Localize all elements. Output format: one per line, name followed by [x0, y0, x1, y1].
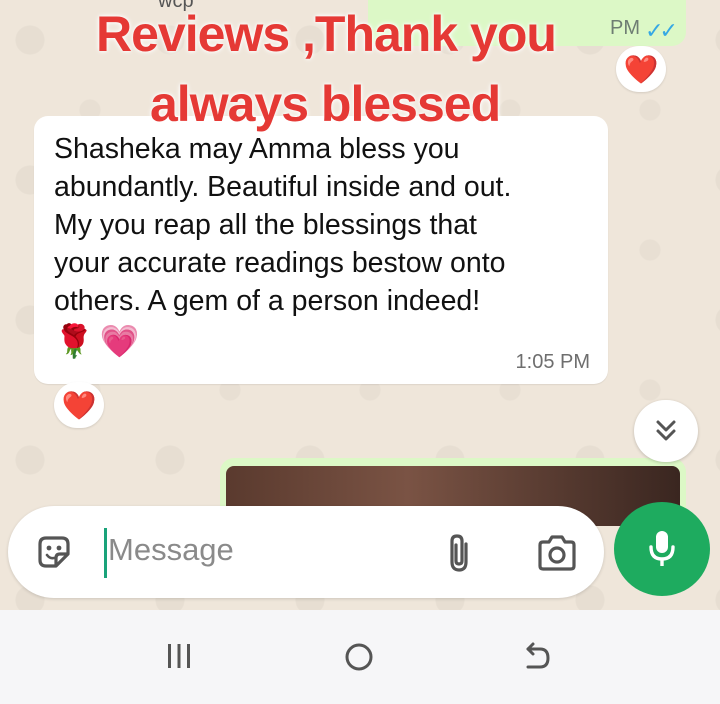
message-time: 1:05 PM	[515, 351, 590, 373]
read-receipt-icon: ✓✓	[645, 18, 678, 43]
message-composer[interactable]: Message	[8, 506, 604, 598]
sticker-icon[interactable]	[34, 532, 74, 572]
reaction-heart-top[interactable]: ❤️	[616, 46, 666, 92]
camera-icon[interactable]	[536, 534, 578, 572]
text-cursor	[104, 528, 107, 578]
double-chevron-down-icon	[656, 420, 676, 441]
overlay-line-2: always blessed	[150, 76, 501, 132]
heart-icon: ❤️	[623, 53, 659, 85]
message-text: Shasheka may Amma bless you abundantly. …	[54, 133, 512, 317]
message-time: PM	[610, 17, 640, 39]
message-emojis: 🌹💗	[54, 323, 146, 359]
recent-apps-icon[interactable]	[164, 640, 194, 672]
back-icon[interactable]	[520, 640, 554, 674]
incoming-message[interactable]: Shasheka may Amma bless you abundantly. …	[34, 116, 608, 384]
paperclip-icon[interactable]	[444, 532, 476, 574]
microphone-icon	[649, 531, 675, 566]
message-input[interactable]: Message	[108, 532, 234, 568]
home-icon[interactable]	[342, 640, 376, 674]
scroll-to-bottom-button[interactable]	[634, 400, 698, 462]
voice-message-button[interactable]	[614, 502, 710, 596]
reaction-heart-bottom[interactable]: ❤️	[54, 382, 104, 428]
overlay-line-1: Reviews ,Thank you	[96, 6, 557, 62]
system-navigation-bar	[0, 610, 720, 704]
heart-icon: ❤️	[61, 389, 97, 421]
